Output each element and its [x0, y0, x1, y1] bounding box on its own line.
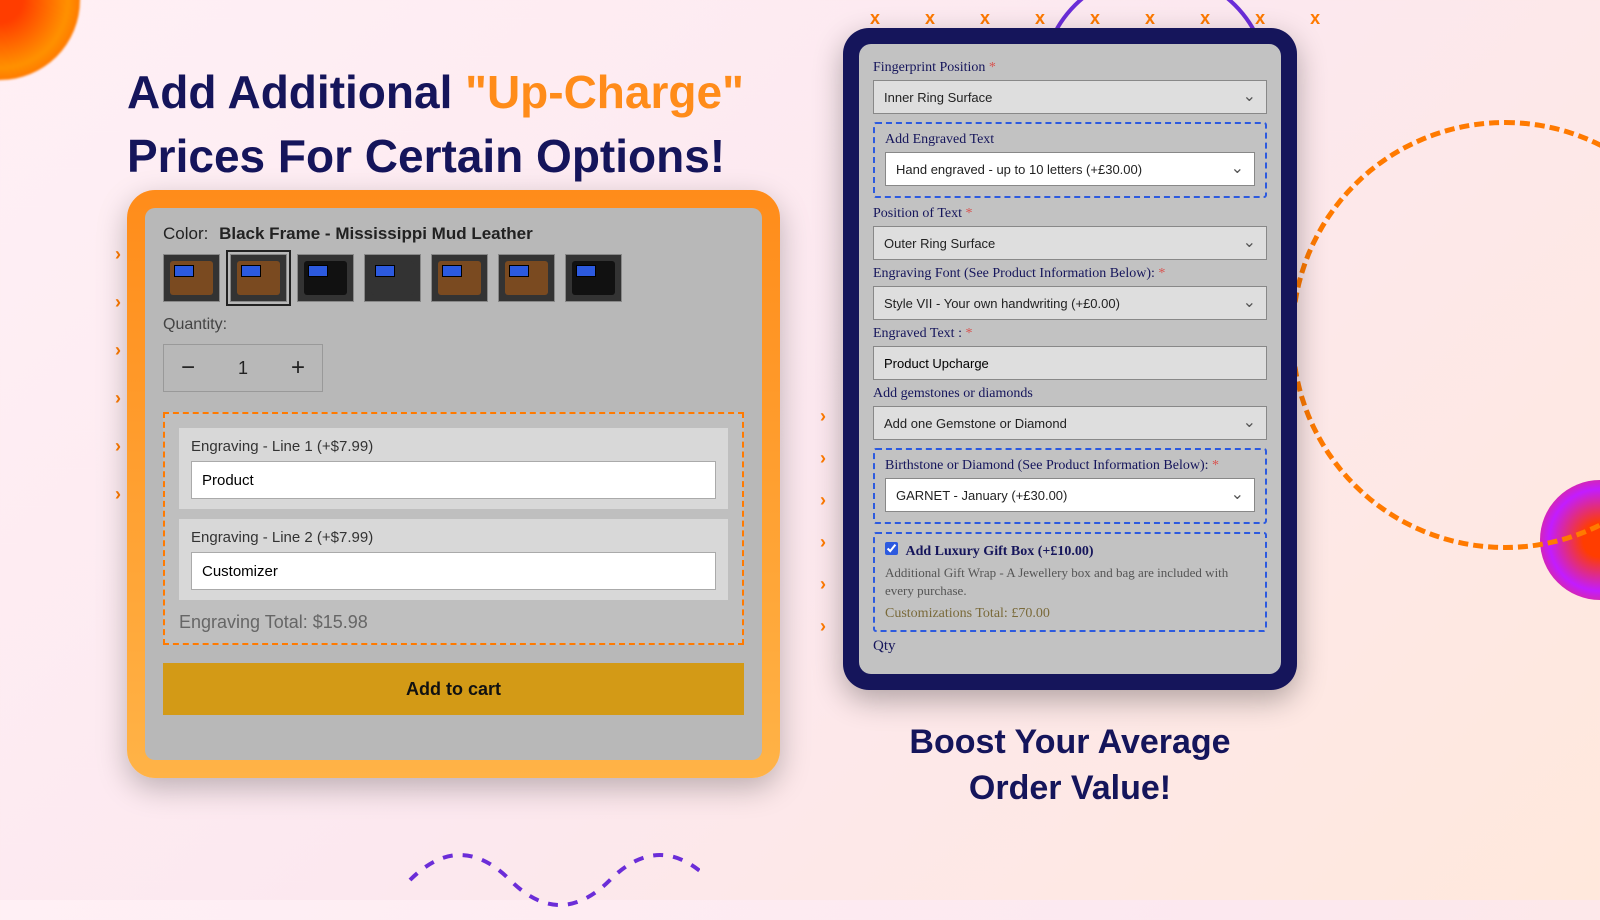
engraving-line2-label: Engraving - Line 2 (+$7.99): [191, 529, 716, 546]
birthstone-select[interactable]: GARNET - January (+£30.00): [885, 478, 1255, 512]
engraving-group-1: Engraving - Line 1 (+$7.99): [179, 428, 728, 509]
giftbox-checkbox-label[interactable]: Add Luxury Gift Box (+£10.00): [885, 544, 1094, 559]
engraving-line1-input[interactable]: [191, 461, 716, 499]
deco-chevrons-mid: ››››››: [820, 395, 826, 647]
swatch-1[interactable]: [163, 254, 220, 302]
color-row: Color: Black Frame - Mississippi Mud Lea…: [163, 224, 744, 244]
headline-part1: Add Additional: [127, 66, 465, 118]
giftbox-section: Add Luxury Gift Box (+£10.00) Additional…: [873, 532, 1267, 632]
giftbox-checkbox[interactable]: [885, 542, 898, 555]
swatch-2-selected[interactable]: [230, 254, 287, 302]
engraving-box: Engraving - Line 1 (+$7.99) Engraving - …: [163, 412, 744, 645]
deco-x-row: x x x x x x x x x: [870, 8, 1340, 29]
product-card-left-inner: Color: Black Frame - Mississippi Mud Lea…: [145, 208, 762, 760]
color-swatches: [163, 254, 744, 302]
tagline: Boost Your Average Order Value!: [870, 720, 1270, 812]
swatch-6[interactable]: [498, 254, 555, 302]
birthstone-label: Birthstone or Diamond (See Product Infor…: [885, 458, 1255, 474]
options-card-right-inner: Fingerprint Position * Inner Ring Surfac…: [859, 44, 1281, 674]
swatch-3[interactable]: [297, 254, 354, 302]
engraved-text-highlight: Add Engraved Text Hand engraved - up to …: [873, 122, 1267, 198]
customizations-total: Customizations Total: £70.00: [885, 606, 1255, 622]
engraved-text-select[interactable]: Hand engraved - up to 10 letters (+£30.0…: [885, 152, 1255, 186]
deco-dashed-circle: [1290, 120, 1600, 550]
gems-label: Add gemstones or diamonds: [873, 386, 1267, 402]
add-to-cart-button[interactable]: Add to cart: [163, 663, 744, 715]
quantity-label: Quantity:: [163, 316, 744, 334]
position-label: Position of Text *: [873, 206, 1267, 222]
swatch-5[interactable]: [431, 254, 488, 302]
deco-chevrons-left: ››››››: [115, 230, 121, 518]
font-select[interactable]: Style VII - Your own handwriting (+£0.00…: [873, 286, 1267, 320]
engraving-total: Engraving Total: $15.98: [179, 610, 728, 633]
swatch-7[interactable]: [565, 254, 622, 302]
engraved-text-label: Add Engraved Text: [885, 132, 1255, 148]
engraving-line2-input[interactable]: [191, 552, 716, 590]
quantity-stepper: − 1 +: [163, 344, 323, 392]
color-label: Color:: [163, 224, 208, 243]
giftbox-sub: Additional Gift Wrap - A Jewellery box a…: [885, 564, 1255, 600]
headline-part2: Prices For Certain Options!: [127, 130, 725, 182]
tagline-line2: Order Value!: [870, 766, 1270, 812]
swatch-4[interactable]: [364, 254, 421, 302]
qty-label-right: Qty: [873, 638, 1267, 655]
deco-squiggle: [400, 820, 700, 920]
quantity-minus-button[interactable]: −: [164, 345, 212, 391]
quantity-plus-button[interactable]: +: [274, 345, 322, 391]
quantity-value: 1: [212, 345, 274, 391]
engraved-input-label: Engraved Text : *: [873, 326, 1267, 342]
giftbox-label-text: Add Luxury Gift Box (+£10.00): [906, 544, 1094, 559]
color-value: Black Frame - Mississippi Mud Leather: [219, 224, 533, 243]
engraving-line1-label: Engraving - Line 1 (+$7.99): [191, 438, 716, 455]
tagline-line1: Boost Your Average: [870, 720, 1270, 766]
deco-blob-top-left: [0, 0, 80, 80]
birthstone-highlight: Birthstone or Diamond (See Product Infor…: [873, 448, 1267, 524]
engraved-text-input[interactable]: [873, 346, 1267, 380]
headline-accent: "Up-Charge": [465, 66, 744, 118]
gems-select[interactable]: Add one Gemstone or Diamond: [873, 406, 1267, 440]
fingerprint-label: Fingerprint Position *: [873, 60, 1267, 76]
product-card-left: Color: Black Frame - Mississippi Mud Lea…: [127, 190, 780, 778]
engraving-group-2: Engraving - Line 2 (+$7.99): [179, 519, 728, 600]
options-card-right: Fingerprint Position * Inner Ring Surfac…: [843, 28, 1297, 690]
fingerprint-select[interactable]: Inner Ring Surface: [873, 80, 1267, 114]
position-select[interactable]: Outer Ring Surface: [873, 226, 1267, 260]
font-label: Engraving Font (See Product Information …: [873, 266, 1267, 282]
headline: Add Additional "Up-Charge" Prices For Ce…: [127, 60, 744, 189]
